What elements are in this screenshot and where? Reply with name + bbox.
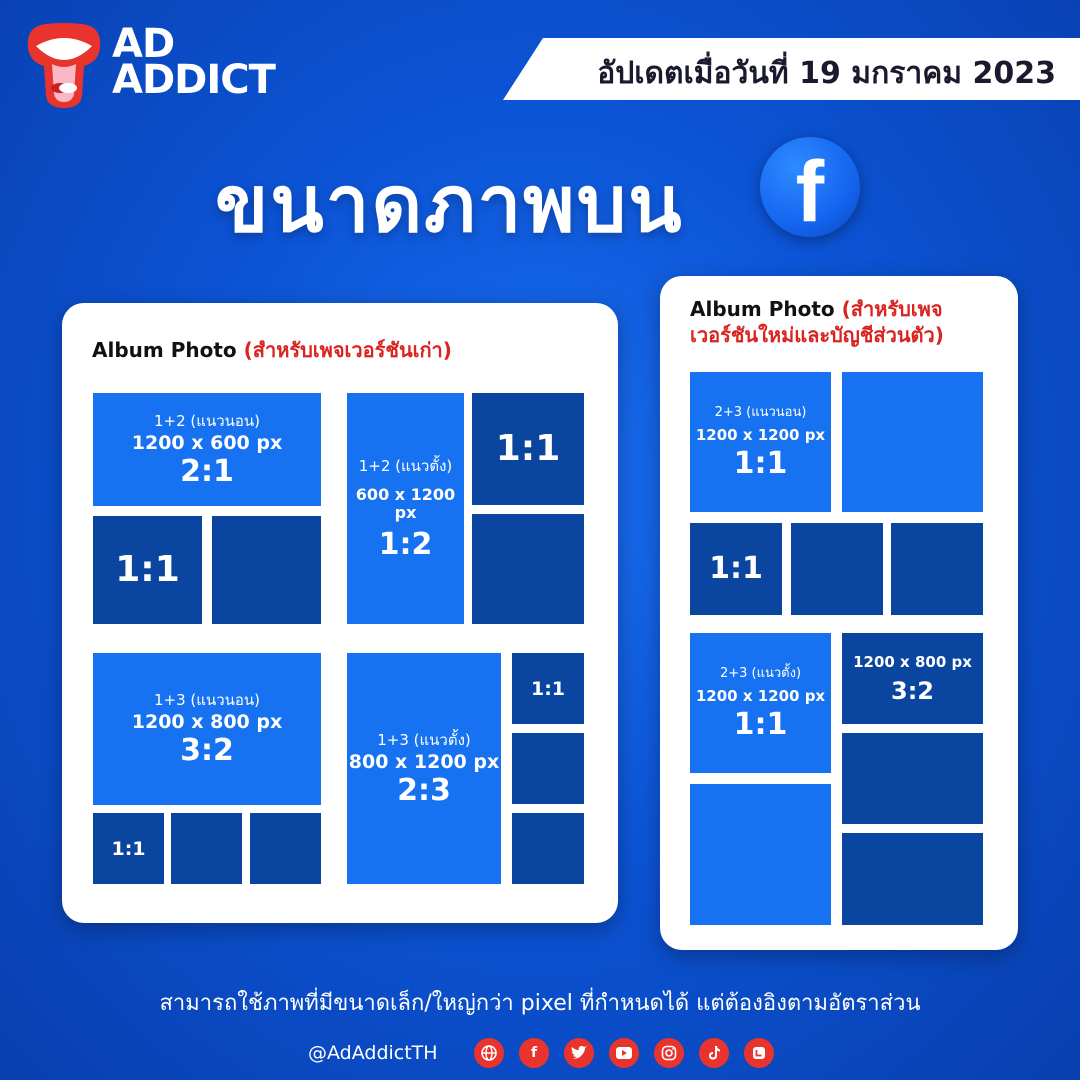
ad-addict-logo-icon bbox=[27, 23, 101, 108]
tile-2-3-vertical: 2+3 (แนวตั้ง) 1200 x 1200 px 1:1 bbox=[690, 633, 831, 773]
tile-ratio: 1:1 bbox=[709, 551, 763, 586]
tile-ratio: 1:1 bbox=[111, 837, 146, 860]
tile-size: 1200 x 1200 px bbox=[695, 426, 826, 444]
tile-landscape bbox=[842, 833, 983, 925]
tile-size: 600 x 1200 px bbox=[355, 484, 456, 522]
page-title: ขนาดภาพบน bbox=[215, 160, 684, 250]
tile-1-2-horizontal: 1+2 (แนวนอน) 1200 x 600 px 2:1 bbox=[93, 393, 321, 506]
right-album-card: Album Photo (สำหรับเพจ เวอร์ชันใหม่และบั… bbox=[660, 276, 1018, 950]
tile-1-2-vertical: 1+2 (แนวตั้ง) 600 x 1200 px 1:2 bbox=[347, 393, 464, 624]
brand-wordmark: AD ADDICT bbox=[112, 24, 276, 103]
tile-square: 1:1 bbox=[472, 393, 584, 505]
tile-ratio: 3:2 bbox=[891, 676, 934, 705]
tile-subtitle: 1+2 (แนวตั้ง) bbox=[358, 456, 453, 475]
tile-subtitle: 2+3 (แนวตั้ง) bbox=[719, 666, 802, 681]
facebook-glyph: f bbox=[795, 144, 825, 240]
twitter-icon[interactable] bbox=[564, 1038, 594, 1068]
tile-ratio: 1:1 bbox=[733, 707, 788, 742]
tile-subtitle: 1+3 (แนวนอน) bbox=[154, 691, 260, 709]
right-card-title-note-2: เวอร์ชันใหม่และบัญชีส่วนตัว) bbox=[690, 323, 944, 347]
tile-2-3-horizontal: 2+3 (แนวนอน) 1200 x 1200 px 1:1 bbox=[690, 372, 831, 512]
tile-size: 1200 x 1200 px bbox=[695, 687, 826, 705]
globe-icon[interactable] bbox=[474, 1038, 504, 1068]
brand-line-2: ADDICT bbox=[112, 57, 276, 103]
tile-square bbox=[250, 813, 321, 884]
update-date: อัปเดตเมื่อวันที่ 19 มกราคม 2023 bbox=[597, 56, 1056, 91]
tile-square bbox=[171, 813, 242, 884]
tile-square bbox=[891, 523, 983, 615]
tile-subtitle: 1+2 (แนวนอน) bbox=[154, 411, 260, 430]
left-album-card: Album Photo (สำหรับเพจเวอร์ชันเก่า) 1+2 … bbox=[62, 303, 618, 923]
tile-size: 1200 x 600 px bbox=[131, 431, 283, 454]
tile-ratio: 1:1 bbox=[115, 549, 180, 590]
facebook-icon[interactable]: f bbox=[519, 1038, 549, 1068]
tile-square: 1:1 bbox=[93, 516, 202, 624]
tile-ratio: 2:1 bbox=[180, 453, 234, 489]
tile-square: 1:1 bbox=[93, 813, 164, 884]
youtube-icon[interactable] bbox=[609, 1038, 639, 1068]
right-card-title-main: Album Photo bbox=[690, 297, 835, 321]
tile-size: 1200 x 800 px bbox=[131, 711, 283, 733]
tile-landscape: 1200 x 800 px 3:2 bbox=[842, 633, 983, 724]
right-card-title-note-1: (สำหรับเพจ bbox=[841, 297, 943, 321]
tile-subtitle: 1+3 (แนวตั้ง) bbox=[377, 730, 471, 749]
tile-size: 1200 x 800 px bbox=[853, 652, 972, 671]
tile-ratio: 1:2 bbox=[378, 526, 433, 562]
tile-square bbox=[512, 733, 584, 804]
line-icon[interactable] bbox=[744, 1038, 774, 1068]
tile-ratio: 2:3 bbox=[397, 772, 451, 808]
tile-square bbox=[212, 516, 321, 624]
tile-ratio: 3:2 bbox=[180, 733, 234, 768]
instagram-icon[interactable] bbox=[654, 1038, 684, 1068]
tile-1-3-vertical: 1+3 (แนวตั้ง) 800 x 1200 px 2:3 bbox=[347, 653, 501, 884]
tile-ratio: 1:1 bbox=[495, 428, 561, 469]
tile-1-3-horizontal: 1+3 (แนวนอน) 1200 x 800 px 3:2 bbox=[93, 653, 321, 805]
social-handle: @AdAddictTH bbox=[308, 1042, 438, 1064]
right-card-title: Album Photo (สำหรับเพจ เวอร์ชันใหม่และบั… bbox=[690, 296, 944, 348]
tile-square: 1:1 bbox=[690, 523, 782, 615]
tile-landscape bbox=[842, 733, 983, 824]
left-card-title-note: (สำหรับเพจเวอร์ชันเก่า) bbox=[243, 338, 452, 362]
tile-square bbox=[842, 372, 983, 512]
tile-square bbox=[690, 784, 831, 925]
facebook-logo-icon: f bbox=[760, 137, 860, 240]
footer-note: สามารถใช้ภาพที่มีขนาดเล็ก/ใหญ่กว่า pixel… bbox=[159, 991, 921, 1016]
tile-size: 800 x 1200 px bbox=[348, 750, 500, 773]
tile-ratio: 1:1 bbox=[530, 677, 566, 700]
left-card-title: Album Photo (สำหรับเพจเวอร์ชันเก่า) bbox=[92, 337, 452, 363]
tile-square bbox=[472, 514, 584, 624]
tile-square bbox=[791, 523, 883, 615]
tile-subtitle: 2+3 (แนวนอน) bbox=[714, 405, 807, 420]
left-card-title-main: Album Photo bbox=[92, 338, 237, 362]
tile-square bbox=[512, 813, 584, 884]
tiktok-icon[interactable] bbox=[699, 1038, 729, 1068]
tile-ratio: 1:1 bbox=[733, 446, 788, 481]
tile-square: 1:1 bbox=[512, 653, 584, 724]
